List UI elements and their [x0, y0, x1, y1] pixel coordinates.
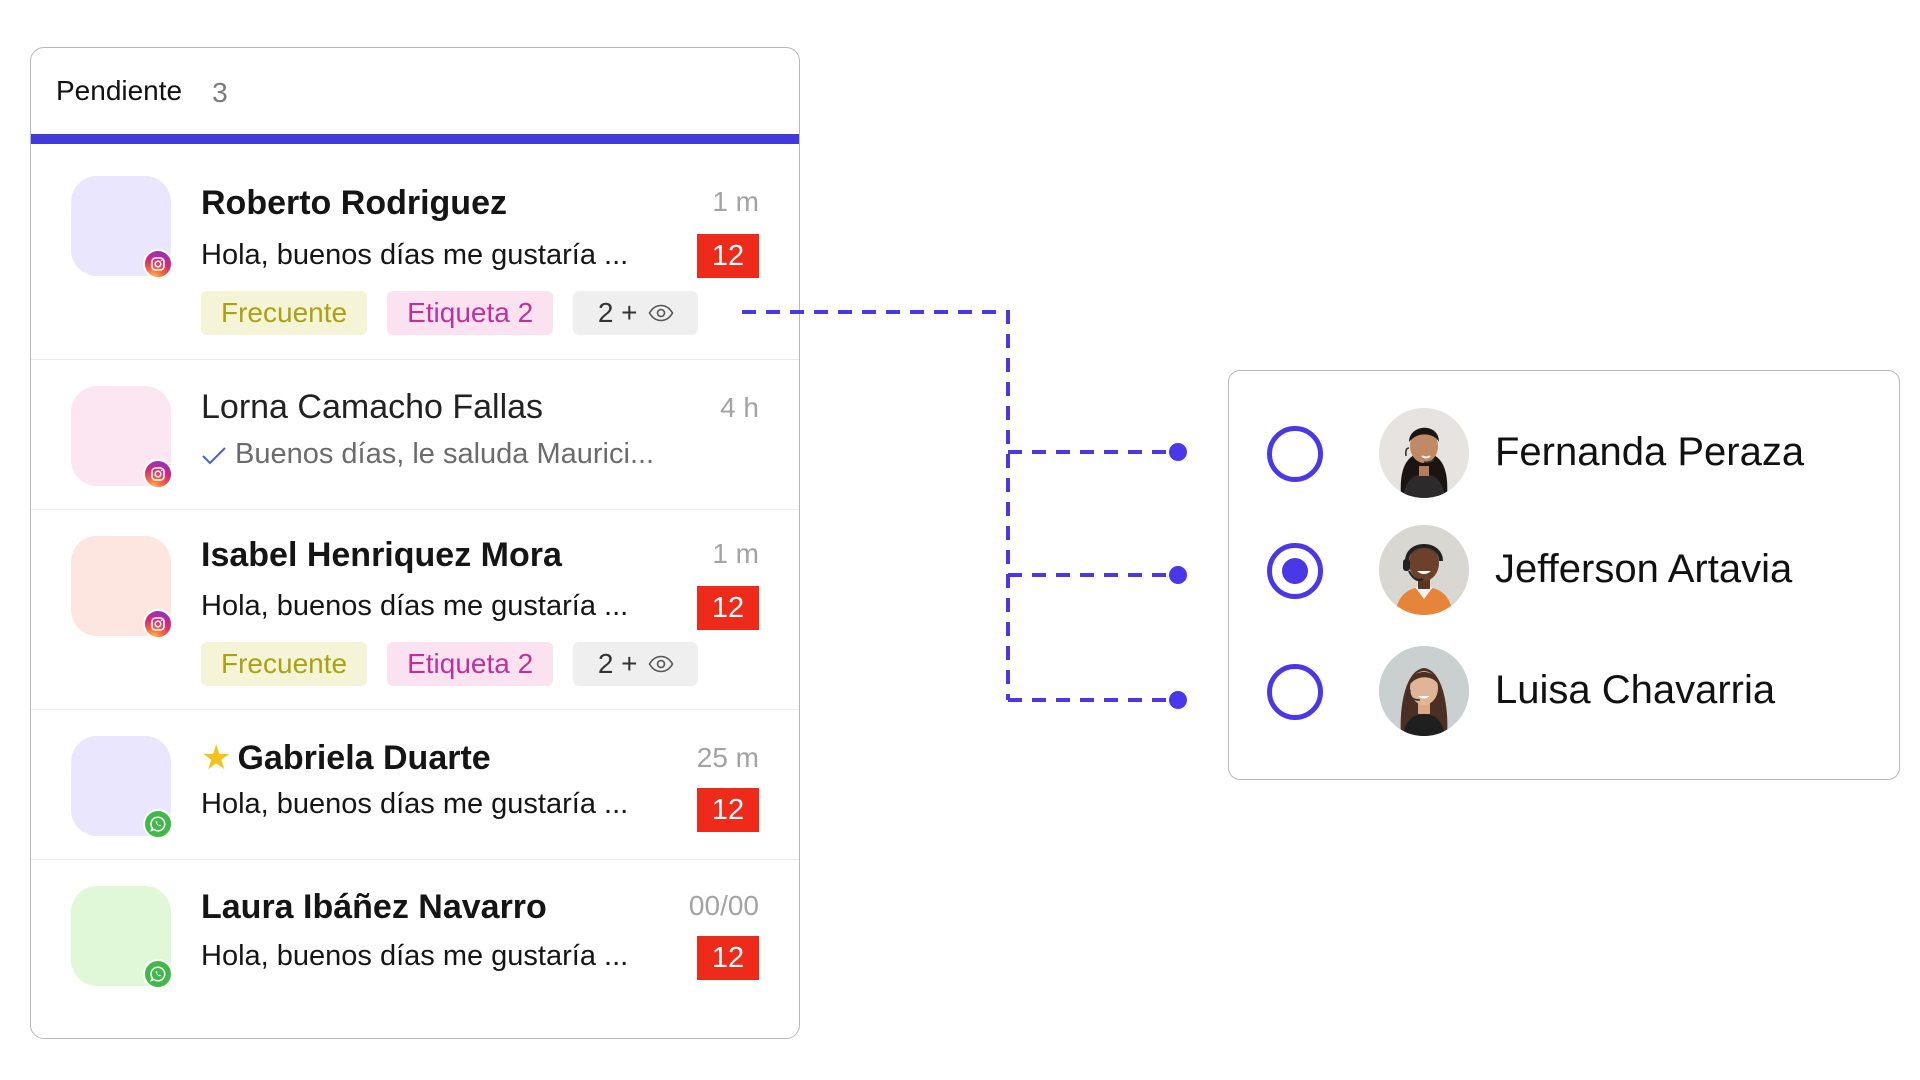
whatsapp-icon — [143, 809, 173, 839]
message-preview: Hola, buenos días me gustaría ... — [201, 239, 629, 271]
agent-avatar — [1379, 408, 1469, 498]
sent-check-icon — [202, 447, 226, 465]
tag-frecuente[interactable]: Frecuente — [201, 291, 368, 335]
contact-name: Laura Ibáñez Navarro — [201, 888, 547, 926]
message-preview: Hola, buenos días me gustaría ... — [201, 940, 629, 972]
unread-count-badge: 12 — [697, 936, 759, 980]
agent-selector-panel: Fernanda Peraza Jefferson Artavia Luisa … — [1228, 370, 1900, 780]
instagram-icon — [143, 249, 173, 279]
agent-name: Fernanda Peraza — [1495, 430, 1805, 474]
radio-button-selected[interactable] — [1267, 543, 1323, 599]
avatar — [71, 176, 173, 279]
contact-name-text: Gabriela Duarte — [237, 739, 491, 777]
more-tags-button[interactable]: 2 + — [573, 291, 699, 335]
message-preview: Buenos días, le saluda Maurici... — [235, 438, 655, 470]
tag-etiqueta-2[interactable]: Etiqueta 2 — [387, 642, 554, 686]
message-time: 1 m — [712, 538, 759, 569]
message-preview: Hola, buenos días me gustaría ... — [201, 590, 629, 622]
eye-icon — [648, 304, 673, 322]
contact-name: Isabel Henriquez Mora — [201, 536, 562, 574]
message-time: 25 m — [696, 742, 759, 773]
connector-endpoint — [1169, 691, 1187, 709]
avatar — [71, 736, 173, 839]
instagram-icon — [143, 609, 173, 639]
contact-name: Lorna Camacho Fallas — [201, 388, 544, 426]
tag-list: Frecuente Etiqueta 2 2 + — [201, 642, 699, 686]
radio-button[interactable] — [1267, 664, 1323, 720]
agent-name: Jefferson Artavia — [1495, 547, 1793, 591]
radio-selected-dot — [1282, 558, 1308, 584]
avatar — [71, 386, 173, 489]
conversation-item[interactable]: Lorna Camacho Fallas 4 h Buenos días, le… — [31, 360, 799, 510]
conversation-list-panel: Pendiente 3 Roberto Rodriguez 1 m Hola, … — [30, 47, 800, 1039]
connector-endpoint — [1169, 566, 1187, 584]
unread-count-badge: 12 — [697, 788, 759, 832]
more-tags-button[interactable]: 2 + — [573, 642, 699, 686]
more-tags-count: 2 + — [597, 297, 638, 328]
tab-count: 3 — [212, 77, 228, 108]
agent-option-fernanda[interactable]: Fernanda Peraza — [1229, 408, 1899, 498]
conversation-item[interactable]: Laura Ibáñez Navarro 00/00 Hola, buenos … — [31, 860, 799, 1036]
instagram-icon — [143, 459, 173, 489]
contact-name: Roberto Rodriguez — [201, 184, 507, 222]
avatar — [71, 886, 173, 989]
radio-button[interactable] — [1267, 426, 1323, 482]
message-time: 1 m — [712, 186, 759, 217]
conversation-item[interactable]: Roberto Rodriguez 1 m Hola, buenos días … — [31, 144, 799, 360]
message-preview: Hola, buenos días me gustaría ... — [201, 788, 629, 820]
agent-avatar — [1379, 525, 1469, 615]
agent-option-jefferson[interactable]: Jefferson Artavia — [1229, 525, 1899, 615]
tag-etiqueta-2[interactable]: Etiqueta 2 — [387, 291, 554, 335]
agent-name: Luisa Chavarria — [1495, 668, 1776, 712]
message-time: 4 h — [720, 392, 759, 423]
message-time: 00/00 — [688, 890, 759, 921]
conversation-item[interactable]: ★ Gabriela Duarte 25 m Hola, buenos días … — [31, 710, 799, 860]
tab-label: Pendiente — [56, 75, 183, 106]
contact-name: ★ Gabriela Duarte — [201, 738, 491, 778]
unread-count-badge: 12 — [697, 234, 759, 278]
avatar — [71, 536, 173, 639]
conversation-item[interactable]: Isabel Henriquez Mora 1 m Hola, buenos d… — [31, 510, 799, 710]
tag-list: Frecuente Etiqueta 2 2 + — [201, 291, 699, 335]
message-preview-row: Buenos días, le saluda Maurici... — [201, 438, 654, 471]
star-icon: ★ — [201, 739, 232, 777]
connector-endpoint — [1169, 443, 1187, 461]
agent-avatar — [1379, 646, 1469, 736]
tab-pendiente[interactable]: Pendiente 3 — [31, 48, 799, 144]
tag-frecuente[interactable]: Frecuente — [201, 642, 368, 686]
more-tags-count: 2 + — [597, 648, 638, 679]
agent-option-luisa[interactable]: Luisa Chavarria — [1229, 646, 1899, 736]
whatsapp-icon — [143, 959, 173, 989]
eye-icon — [648, 655, 673, 673]
unread-count-badge: 12 — [697, 586, 759, 630]
